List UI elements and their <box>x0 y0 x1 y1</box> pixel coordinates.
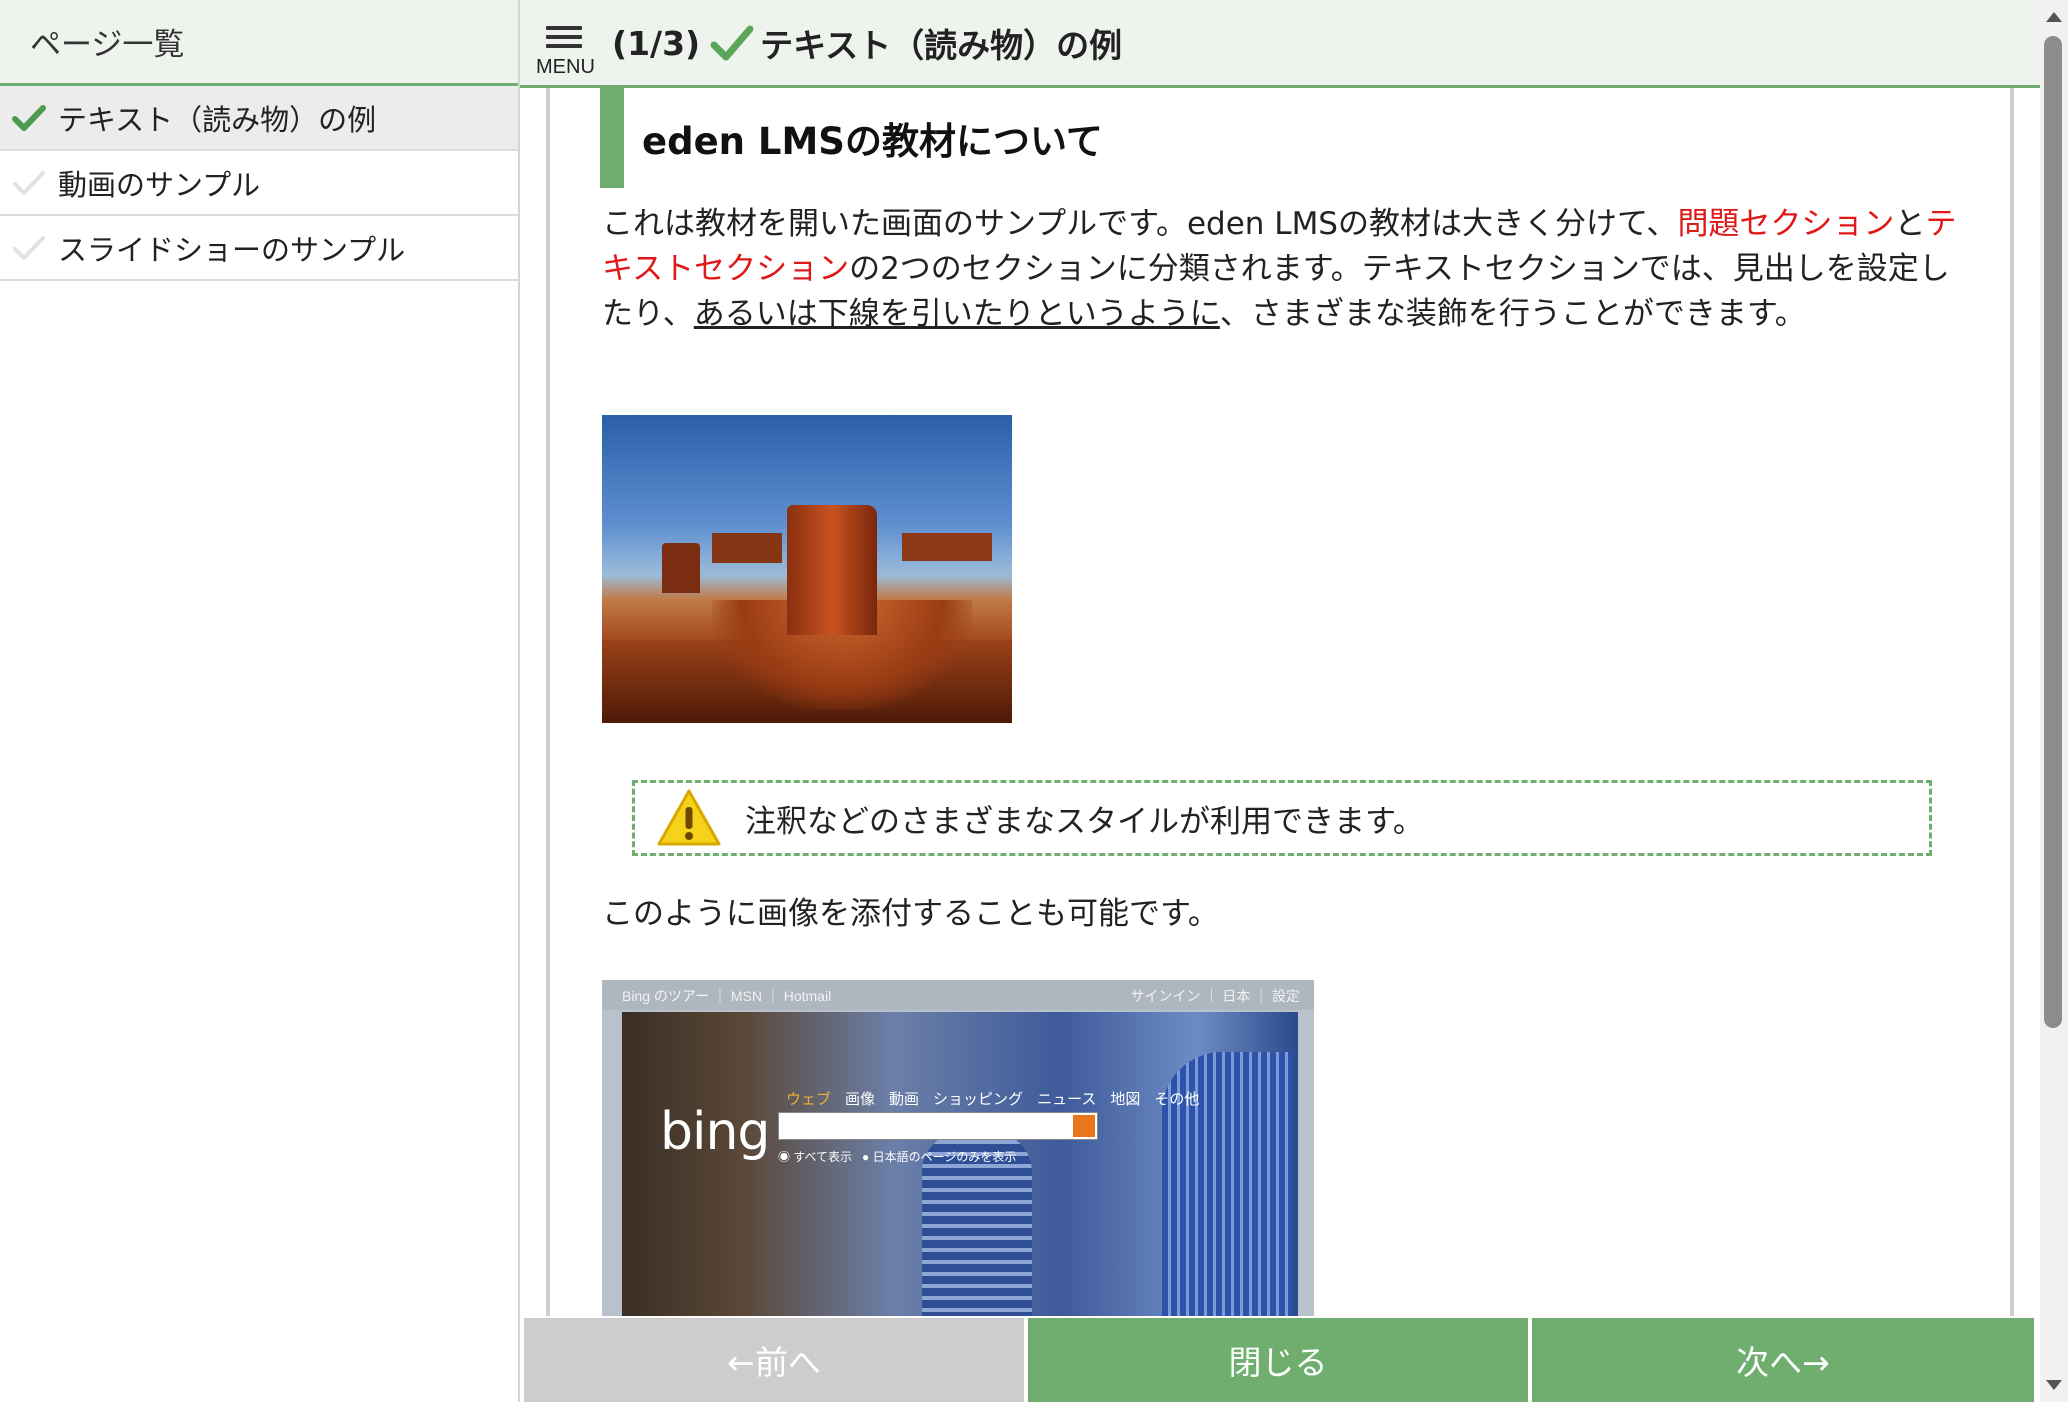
bing-top-links: Bing のツアー ｜ MSN ｜ Hotmail <box>622 988 832 1004</box>
warning-icon <box>655 787 723 849</box>
bing-top-right-links: サインイン ｜ 日本 ｜ 設定 <box>1130 988 1300 1004</box>
sidebar-item-label: 動画のサンプル <box>58 167 261 202</box>
bing-logo: bing <box>660 1102 770 1162</box>
bing-search-options: ◉ すべて表示 ● 日本語のページのみを表示 <box>778 1150 1017 1164</box>
bing-radio-label: すべて表示 <box>793 1150 853 1164</box>
bing-top-strip: Bing のツアー ｜ MSN ｜ Hotmail サインイン ｜ 日本 ｜ 設… <box>602 980 1314 1010</box>
note-text: 注釈などのさまざまなスタイルが利用できます。 <box>745 803 1424 840</box>
sidebar-item-label: スライドショーのサンプル <box>58 232 406 267</box>
page-title: (1/3) テキスト（読み物）の例 <box>612 18 1122 68</box>
desert-image-mesa <box>662 543 700 593</box>
search-icon <box>1073 1115 1095 1137</box>
desert-image-mesa <box>902 533 992 561</box>
content-area: eden LMSの教材について これは教材を開いた画面のサンプルです。eden … <box>546 88 2014 1316</box>
desert-image-butte <box>787 505 877 635</box>
close-button[interactable]: 閉じる <box>1028 1318 1528 1402</box>
top-bar: MENU (1/3) テキスト（読み物）の例 <box>520 0 2048 88</box>
page-counter: (1/3) <box>612 23 701 63</box>
check-icon <box>0 233 58 263</box>
sidebar-item-text-example[interactable]: テキスト（読み物）の例 <box>0 86 518 151</box>
sidebar-item-label: テキスト（読み物）の例 <box>58 102 377 137</box>
menu-label: MENU <box>536 56 595 78</box>
bing-radio-label: 日本語のページのみを表示 <box>872 1150 1017 1164</box>
bing-tab: 動画 <box>889 1091 920 1108</box>
sidebar-item-slideshow-sample[interactable]: スライドショーのサンプル <box>0 216 518 281</box>
bing-tab: ニュース <box>1037 1091 1097 1108</box>
scroll-up-icon[interactable] <box>2046 12 2062 22</box>
image-paragraph: このように画像を添付することも可能です。 <box>602 896 1219 932</box>
vertical-scrollbar[interactable] <box>2040 0 2068 1402</box>
check-icon <box>0 168 58 198</box>
bing-background-photo: bing ウェブ 画像 動画 ショッピング ニュース 地図 その他 ◉ すべて表示 ● 日本… <box>622 1012 1298 1316</box>
intro-text: これは教材を開いた画面のサンプルです。eden LMSの教材は大きく分けて、 <box>602 206 1678 242</box>
bing-screenshot-image: Bing のツアー ｜ MSN ｜ Hotmail サインイン ｜ 日本 ｜ 設… <box>602 980 1314 1316</box>
section-heading: eden LMSの教材について <box>600 88 2000 188</box>
bing-tab: その他 <box>1154 1091 1200 1108</box>
bing-tab: 画像 <box>845 1091 876 1108</box>
scrollbar-thumb[interactable] <box>2044 36 2062 1028</box>
bing-tab: ショッピング <box>933 1091 1024 1108</box>
bing-search-box <box>778 1112 1098 1140</box>
menu-button[interactable]: MENU <box>534 18 598 82</box>
page-list-sidebar: ページ一覧 テキスト（読み物）の例 動画のサンプル スライドショーのサンプル <box>0 0 520 1402</box>
desert-image <box>602 415 1012 723</box>
note-box: 注釈などのさまざまなスタイルが利用できます。 <box>632 780 1932 856</box>
scroll-down-icon[interactable] <box>2046 1380 2062 1390</box>
intro-text: と <box>1894 206 1926 242</box>
highlight-text: 問題セクション <box>1677 206 1895 242</box>
sidebar-title: ページ一覧 <box>0 0 518 86</box>
check-icon <box>0 103 58 133</box>
intro-paragraph: これは教材を開いた画面のサンプルです。eden LMSの教材は大きく分けて、問題… <box>602 202 1962 337</box>
next-button[interactable]: 次へ→ <box>1532 1318 2034 1402</box>
hamburger-icon <box>546 26 582 30</box>
prev-button[interactable]: ←前へ <box>524 1318 1024 1402</box>
bing-tab: 地図 <box>1110 1091 1141 1108</box>
bing-tab: ウェブ <box>786 1091 832 1108</box>
hamburger-icon-bar <box>546 44 582 48</box>
page-title-text: テキスト（読み物）の例 <box>760 26 1123 65</box>
hamburger-icon-bar <box>546 35 582 39</box>
intro-text: 、さまざまな装飾を行うことができます。 <box>1219 296 1806 332</box>
check-icon <box>710 23 754 63</box>
desert-image-mesa <box>712 533 782 563</box>
sidebar-item-video-sample[interactable]: 動画のサンプル <box>0 151 518 216</box>
bing-tabs: ウェブ 画像 動画 ショッピング ニュース 地図 その他 <box>786 1088 1213 1109</box>
underlined-text: あるいは下線を引いたりというように <box>693 296 1220 332</box>
